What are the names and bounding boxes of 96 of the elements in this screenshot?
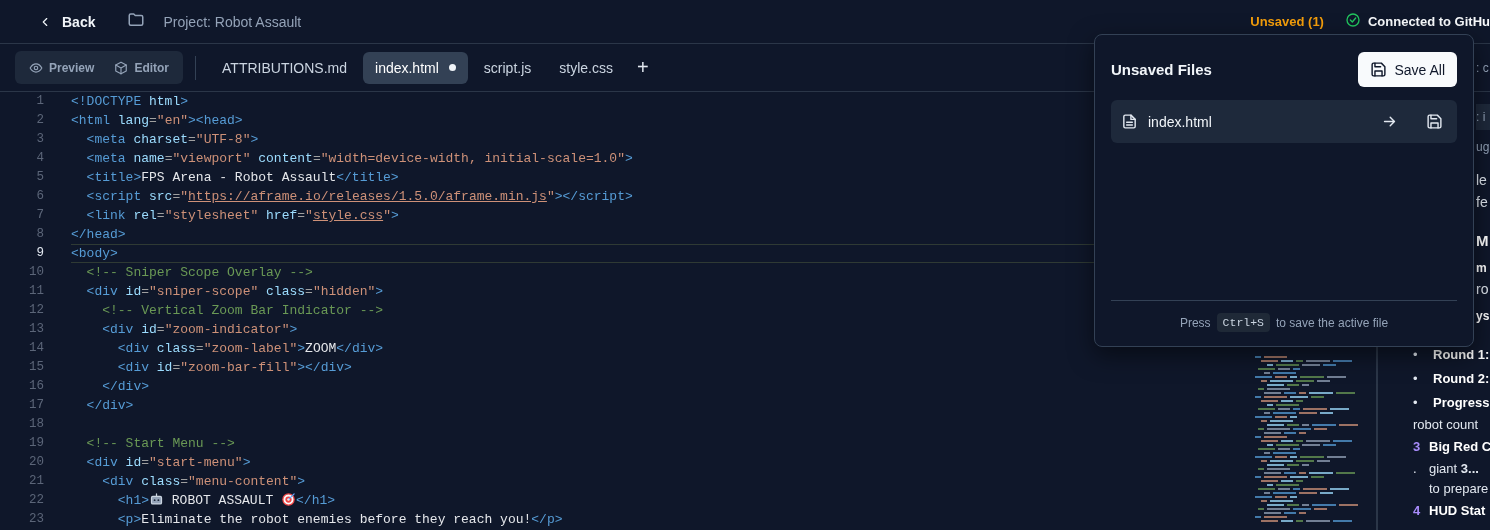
- line-number: 18: [28, 416, 45, 433]
- line-number: 21: [28, 473, 45, 490]
- popover-title: Unsaved Files: [1111, 61, 1212, 78]
- hint-text: to save the active file: [1276, 315, 1389, 330]
- code-line: <meta name="viewport" content="width=device-width, initial-scale=1.0">: [85, 150, 633, 168]
- panel-field[interactable]: : i: [1476, 104, 1490, 130]
- line-number: 23: [28, 511, 45, 528]
- list-item-text: to prepare: [1429, 480, 1489, 498]
- save-icon: [1370, 61, 1388, 78]
- line-number: 14: [28, 340, 45, 357]
- file-tab[interactable]: script.js: [471, 51, 544, 84]
- line-number: 10: [28, 264, 45, 281]
- panel-text: ug: [1476, 140, 1490, 154]
- bullet-marker: •: [1413, 346, 1419, 364]
- code-line: <div class="menu-content">: [101, 473, 306, 491]
- unsaved-file-row[interactable]: index.html: [1111, 100, 1457, 143]
- project-title: Project: Robot Assault: [163, 13, 302, 30]
- robot-icon: [149, 492, 164, 507]
- eye-icon: [29, 60, 43, 75]
- bullet-marker: •: [1413, 394, 1419, 412]
- connection-status: Connected to GitHu: [1367, 14, 1490, 29]
- line-number: 2: [35, 112, 45, 129]
- file-tab[interactable]: ATTRIBUTIONS.md: [210, 51, 359, 84]
- view-mode-button[interactable]: Editor: [106, 56, 178, 79]
- line-number: 6: [35, 188, 45, 205]
- line-number: 9: [35, 245, 45, 262]
- code-line: <link rel="stylesheet" href="style.css">: [85, 207, 399, 225]
- code-line: <title>FPS Arena - Robot Assault</title>: [85, 169, 399, 187]
- line-number: 5: [35, 169, 45, 186]
- panel-text: fe: [1476, 194, 1489, 210]
- folder-icon: [127, 11, 146, 29]
- list-item-title: Big Red C: [1429, 438, 1490, 456]
- line-number: 11: [28, 283, 45, 300]
- list-item-text: robot count: [1413, 416, 1480, 434]
- code-line: <div id="zoom-indicator">: [101, 321, 298, 339]
- file-tab[interactable]: style.css: [547, 51, 625, 84]
- line-number: 13: [28, 321, 45, 338]
- target-icon: [281, 492, 297, 507]
- code-line: <p>Eliminate the robot enemies before they reach you!</p>: [116, 511, 563, 529]
- panel-tab-label: : c: [1476, 60, 1489, 75]
- panel-heading: M: [1476, 232, 1490, 249]
- view-mode-button[interactable]: Preview: [21, 56, 103, 79]
- code-line: <div id="sniper-scope" class="hidden">: [85, 283, 384, 301]
- line-number: 20: [28, 454, 45, 471]
- panel-text: ro: [1476, 281, 1490, 297]
- code-line: <!-- Vertical Zoom Bar Indicator -->: [101, 302, 384, 320]
- code-line: <!-- Sniper Scope Overlay -->: [85, 264, 313, 282]
- line-number: 15: [28, 359, 45, 376]
- line-number: 4: [35, 150, 45, 167]
- hint-text: Press: [1179, 315, 1211, 330]
- code-line: <body>: [71, 245, 118, 262]
- line-number: 3: [35, 131, 45, 148]
- bullet-marker: •: [1413, 370, 1419, 388]
- code-line: <!-- Start Menu -->: [85, 435, 235, 453]
- list-item-title: HUD Stat: [1429, 502, 1486, 520]
- panel-text: m: [1476, 261, 1488, 275]
- panel-text: le: [1476, 172, 1488, 188]
- line-number: 19: [28, 435, 45, 452]
- code-line: <!DOCTYPE html>: [71, 93, 189, 111]
- line-number: 8: [35, 226, 45, 243]
- list-item-title: Progress: [1433, 394, 1490, 412]
- code-line: <div id="zoom-bar-fill"></div>: [116, 359, 352, 377]
- save-icon: [1426, 113, 1443, 130]
- save-file-button[interactable]: [1424, 111, 1445, 132]
- list-item-text: giant 3...: [1429, 460, 1479, 478]
- line-number: 16: [28, 378, 45, 395]
- code-line: </div>: [101, 378, 149, 396]
- save-all-button[interactable]: Save All: [1358, 52, 1457, 87]
- unsaved-count[interactable]: Unsaved (1): [1250, 14, 1324, 29]
- line-number: 1: [35, 93, 45, 110]
- cube-icon: [114, 60, 129, 75]
- shortcut-key: Ctrl+S: [1216, 313, 1270, 332]
- code-line: <meta charset="UTF-8">: [85, 131, 259, 149]
- code-line: <script src="https://aframe.io/releases/1.5.0/aframe.min.js"></script>: [85, 188, 633, 206]
- code-line: <div id="start-menu">: [85, 454, 251, 472]
- line-number: 22: [28, 492, 45, 509]
- check-circle-icon: [1344, 12, 1361, 28]
- list-item-title: Round 2:: [1433, 370, 1490, 388]
- code-line: <h1> ROBOT ASSAULT </h1>: [116, 491, 336, 510]
- file-name: index.html: [1148, 113, 1213, 130]
- line-number: 17: [28, 397, 45, 414]
- file-icon: [1121, 113, 1138, 130]
- list-number: 4: [1413, 502, 1422, 520]
- code-line: <html lang="en"><head>: [71, 112, 243, 130]
- line-number: 12: [28, 302, 45, 319]
- list-item-title: Round 1:: [1433, 346, 1490, 364]
- code-line: </div>: [85, 397, 134, 415]
- panel-text: ys: [1476, 309, 1490, 323]
- back-button[interactable]: Back: [30, 9, 104, 34]
- code-line: <div class="zoom-label">ZOOM</div>: [116, 340, 384, 358]
- add-tab-button[interactable]: +: [628, 54, 657, 81]
- code-line: </head>: [71, 226, 126, 244]
- list-number: 3: [1413, 438, 1422, 456]
- file-tab[interactable]: index.html: [363, 51, 468, 84]
- list-marker: .: [1413, 460, 1418, 478]
- line-number: 7: [35, 207, 45, 224]
